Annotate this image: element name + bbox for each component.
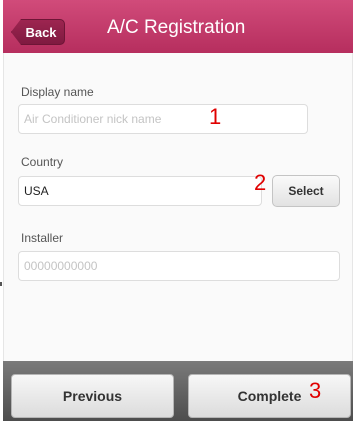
installer-label: Installer xyxy=(21,231,64,245)
edge-mark xyxy=(0,282,2,286)
display-name-label: Display name xyxy=(21,85,94,99)
select-button-label: Select xyxy=(288,184,324,198)
bottom-action-bar: Previous Complete xyxy=(3,361,353,421)
installer-placeholder: 00000000000 xyxy=(24,259,98,273)
previous-button[interactable]: Previous xyxy=(11,374,174,418)
country-label: Country xyxy=(21,155,64,169)
annotation-marker-1: 1 xyxy=(209,104,222,129)
country-value: USA xyxy=(24,184,49,198)
back-button[interactable]: Back xyxy=(11,19,65,45)
display-name-input[interactable]: Air Conditioner nick name xyxy=(18,104,308,134)
complete-button-label: Complete xyxy=(237,388,302,404)
previous-button-label: Previous xyxy=(62,388,123,404)
annotation-marker-3: 3 xyxy=(309,378,322,403)
display-name-placeholder: Air Conditioner nick name xyxy=(24,112,162,126)
app-screen: Back A/C Registration Display name Air C… xyxy=(0,0,356,423)
annotation-marker-2: 2 xyxy=(254,170,267,195)
country-input[interactable]: USA xyxy=(18,176,262,206)
back-button-label: Back xyxy=(25,25,57,40)
title-bar: Back A/C Registration xyxy=(3,0,353,53)
page-title: A/C Registration xyxy=(107,17,246,38)
installer-input[interactable]: 00000000000 xyxy=(18,251,340,281)
form-panel xyxy=(3,53,353,361)
country-select-button[interactable]: Select xyxy=(272,175,340,207)
complete-button[interactable]: Complete xyxy=(188,374,351,418)
